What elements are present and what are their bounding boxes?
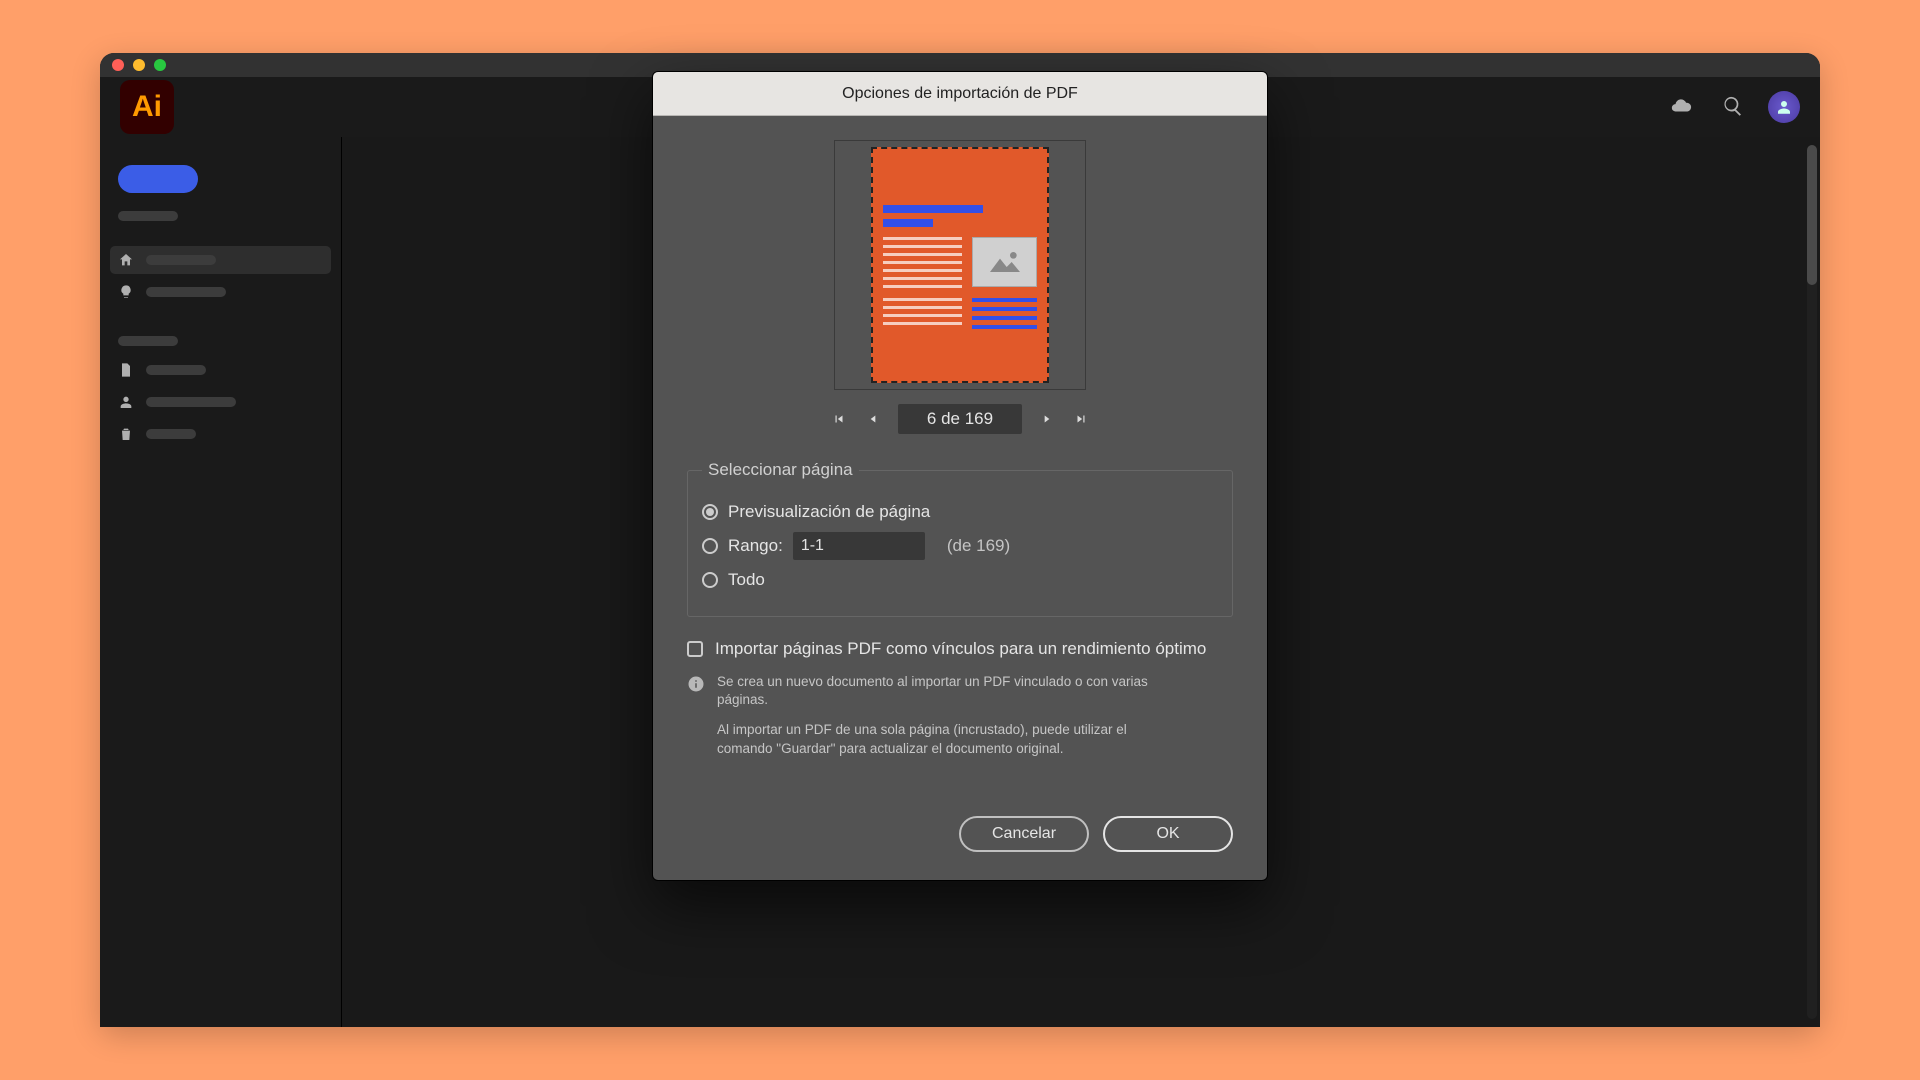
page-thumbnail[interactable] bbox=[871, 147, 1049, 383]
user-icon bbox=[1775, 98, 1793, 116]
info-text-2: Al importar un PDF de una sola página (i… bbox=[717, 721, 1137, 757]
app-badge[interactable]: Ai bbox=[120, 80, 174, 134]
radio-icon bbox=[702, 538, 718, 554]
first-icon bbox=[832, 412, 846, 426]
link-pages-checkbox[interactable]: Importar páginas PDF como vínculos para … bbox=[687, 639, 1233, 659]
sidebar-item-label bbox=[146, 255, 216, 265]
info-block: Se crea un nuevo documento al importar u… bbox=[687, 673, 1233, 770]
sidebar-item-label bbox=[146, 397, 236, 407]
radio-preview[interactable]: Previsualización de página bbox=[702, 502, 1218, 522]
sidebar-item-label bbox=[146, 365, 206, 375]
radio-icon bbox=[702, 572, 718, 588]
page-number-input[interactable] bbox=[898, 404, 1022, 434]
next-page-button[interactable] bbox=[1038, 410, 1056, 428]
sidebar-item-label bbox=[146, 429, 196, 439]
sidebar-item-files[interactable] bbox=[110, 356, 331, 384]
new-file-button[interactable] bbox=[118, 165, 198, 193]
home-icon bbox=[118, 252, 134, 268]
avatar[interactable] bbox=[1768, 91, 1800, 123]
cloud-button[interactable] bbox=[1664, 89, 1698, 126]
prev-page-button[interactable] bbox=[864, 410, 882, 428]
dialog-title: Opciones de importación de PDF bbox=[653, 72, 1267, 116]
trash-icon bbox=[118, 426, 134, 442]
minimize-icon[interactable] bbox=[133, 59, 145, 71]
people-icon bbox=[118, 394, 134, 410]
sidebar-item-home[interactable] bbox=[110, 246, 331, 274]
ok-button[interactable]: OK bbox=[1103, 816, 1233, 852]
page-preview bbox=[834, 140, 1086, 390]
select-page-fieldset: Seleccionar página Previsualización de p… bbox=[687, 460, 1233, 617]
search-icon bbox=[1722, 95, 1744, 117]
sidebar-item-trash[interactable] bbox=[110, 420, 331, 448]
cancel-button[interactable]: Cancelar bbox=[959, 816, 1089, 852]
sidebar bbox=[100, 137, 342, 1027]
range-input[interactable] bbox=[793, 532, 925, 560]
next-icon bbox=[1040, 412, 1054, 426]
sidebar-heading bbox=[118, 336, 178, 346]
sidebar-item-shared[interactable] bbox=[110, 388, 331, 416]
sidebar-item-learn[interactable] bbox=[110, 278, 331, 306]
cloud-icon bbox=[1670, 95, 1692, 117]
radio-all[interactable]: Todo bbox=[702, 570, 1218, 590]
prev-icon bbox=[866, 412, 880, 426]
info-icon bbox=[687, 675, 705, 693]
app-badge-text: Ai bbox=[132, 90, 162, 124]
file-icon bbox=[118, 362, 134, 378]
radio-icon bbox=[702, 504, 718, 520]
last-page-button[interactable] bbox=[1072, 410, 1090, 428]
maximize-icon[interactable] bbox=[154, 59, 166, 71]
first-page-button[interactable] bbox=[830, 410, 848, 428]
radio-preview-label: Previsualización de página bbox=[728, 502, 930, 522]
app-window: Ai bbox=[100, 53, 1820, 1027]
range-of-text: (de 169) bbox=[947, 536, 1010, 556]
info-text-1: Se crea un nuevo documento al importar u… bbox=[717, 673, 1177, 709]
last-icon bbox=[1074, 412, 1088, 426]
radio-range-label: Rango: bbox=[728, 536, 783, 556]
select-page-legend: Seleccionar página bbox=[702, 460, 859, 480]
pager bbox=[830, 404, 1090, 434]
search-button[interactable] bbox=[1716, 89, 1750, 126]
radio-range[interactable]: Rango: (de 169) bbox=[702, 532, 1218, 560]
checkbox-icon bbox=[687, 641, 703, 657]
sidebar-item-label bbox=[146, 287, 226, 297]
sidebar-stub bbox=[118, 211, 178, 221]
link-pages-label: Importar páginas PDF como vínculos para … bbox=[715, 639, 1206, 659]
close-icon[interactable] bbox=[112, 59, 124, 71]
image-placeholder-icon bbox=[972, 237, 1037, 287]
pdf-import-dialog: Opciones de importación de PDF bbox=[652, 71, 1268, 881]
scrollbar-thumb[interactable] bbox=[1807, 145, 1817, 285]
lightbulb-icon bbox=[118, 284, 134, 300]
radio-all-label: Todo bbox=[728, 570, 765, 590]
